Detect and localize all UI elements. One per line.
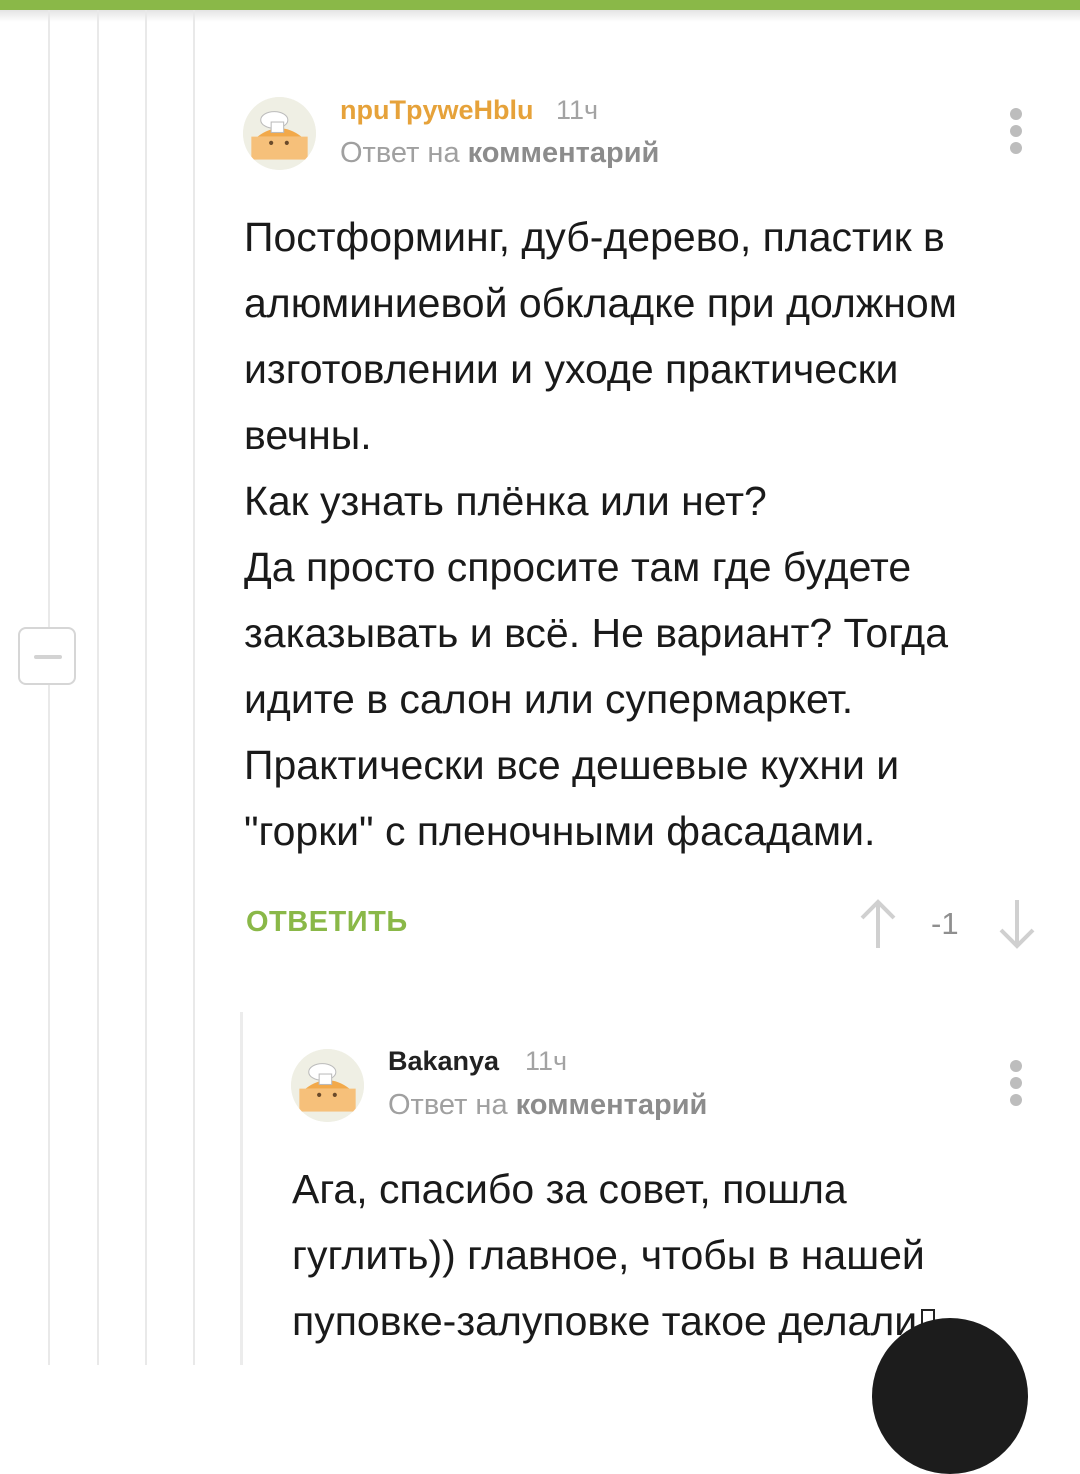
more-vertical-icon[interactable]: [1006, 1058, 1026, 1108]
comment-line: Практически все дешевые кухни и: [244, 742, 900, 788]
comment-line-with-emoji: пуповке-залуповке такое делали: [292, 1288, 936, 1354]
top-accent-bar: [0, 0, 1080, 10]
reply-prefix: Ответ на: [388, 1089, 508, 1121]
reply-button[interactable]: ОТВЕТИТЬ: [246, 906, 408, 939]
reply-to-line: Ответ на комментарий: [388, 1089, 707, 1122]
reply-prefix: Ответ на: [340, 137, 460, 169]
comment-line: вечны.: [244, 412, 372, 458]
thread-guide-line: [48, 10, 50, 1365]
comment-time: 11ч: [525, 1046, 568, 1076]
comment-line: идите в салон или супермаркет.: [244, 676, 854, 722]
comment-line: Да просто спросите там где будете: [244, 544, 912, 590]
comment-rating: -1: [931, 906, 959, 941]
comment-line: Постформинг, дуб-дерево, пластик в: [244, 214, 945, 260]
thread-guide-line: [145, 10, 147, 1365]
comment-line: "горки" с пленочными фасадами.: [244, 808, 876, 854]
thread-guide-line: [97, 10, 99, 1365]
reply-to-line: Ответ на комментарий: [340, 137, 659, 170]
reply-target-link[interactable]: комментарий: [468, 137, 660, 169]
reply-thread-line: [240, 1012, 243, 1365]
comment-line: Ага, спасибо за совет, пошла: [292, 1166, 847, 1212]
more-vertical-icon[interactable]: [1006, 106, 1026, 156]
comment-line: Как узнать плёнка или нет?: [244, 478, 767, 524]
comment-line: гуглить)) главное, чтобы в нашей: [292, 1232, 925, 1278]
comment-line: изготовлении и уходе практически: [244, 346, 899, 392]
default-avatar-icon[interactable]: [243, 97, 316, 170]
thread-guide-line: [193, 10, 195, 1365]
collapse-thread-button[interactable]: [18, 627, 76, 685]
comment-line: заказывать и всё. Не вариант? Тогда: [244, 610, 949, 656]
reply-target-link[interactable]: комментарий: [516, 1089, 708, 1121]
arrow-down-icon[interactable]: [997, 896, 1037, 952]
arrow-up-icon[interactable]: [858, 896, 898, 952]
comment-line: пуповке-залуповке такое делали: [292, 1298, 918, 1344]
top-bar-shadow: [0, 10, 1080, 22]
comment-body: Постформинг, дуб-дерево, пластик в алюми…: [244, 204, 957, 864]
floating-action-button[interactable]: [872, 1318, 1028, 1474]
comment-author[interactable]: Bakanya: [388, 1046, 499, 1077]
default-avatar-icon[interactable]: [291, 1049, 364, 1122]
comment-time: 11ч: [556, 95, 599, 125]
comment-author[interactable]: npuTpyweHblu: [340, 95, 533, 126]
collapse-minus-icon: [34, 655, 62, 659]
comment-body: Ага, спасибо за совет, пошла гуглить)) г…: [292, 1156, 936, 1354]
comment-line: алюминиевой обкладке при должном: [244, 280, 957, 326]
